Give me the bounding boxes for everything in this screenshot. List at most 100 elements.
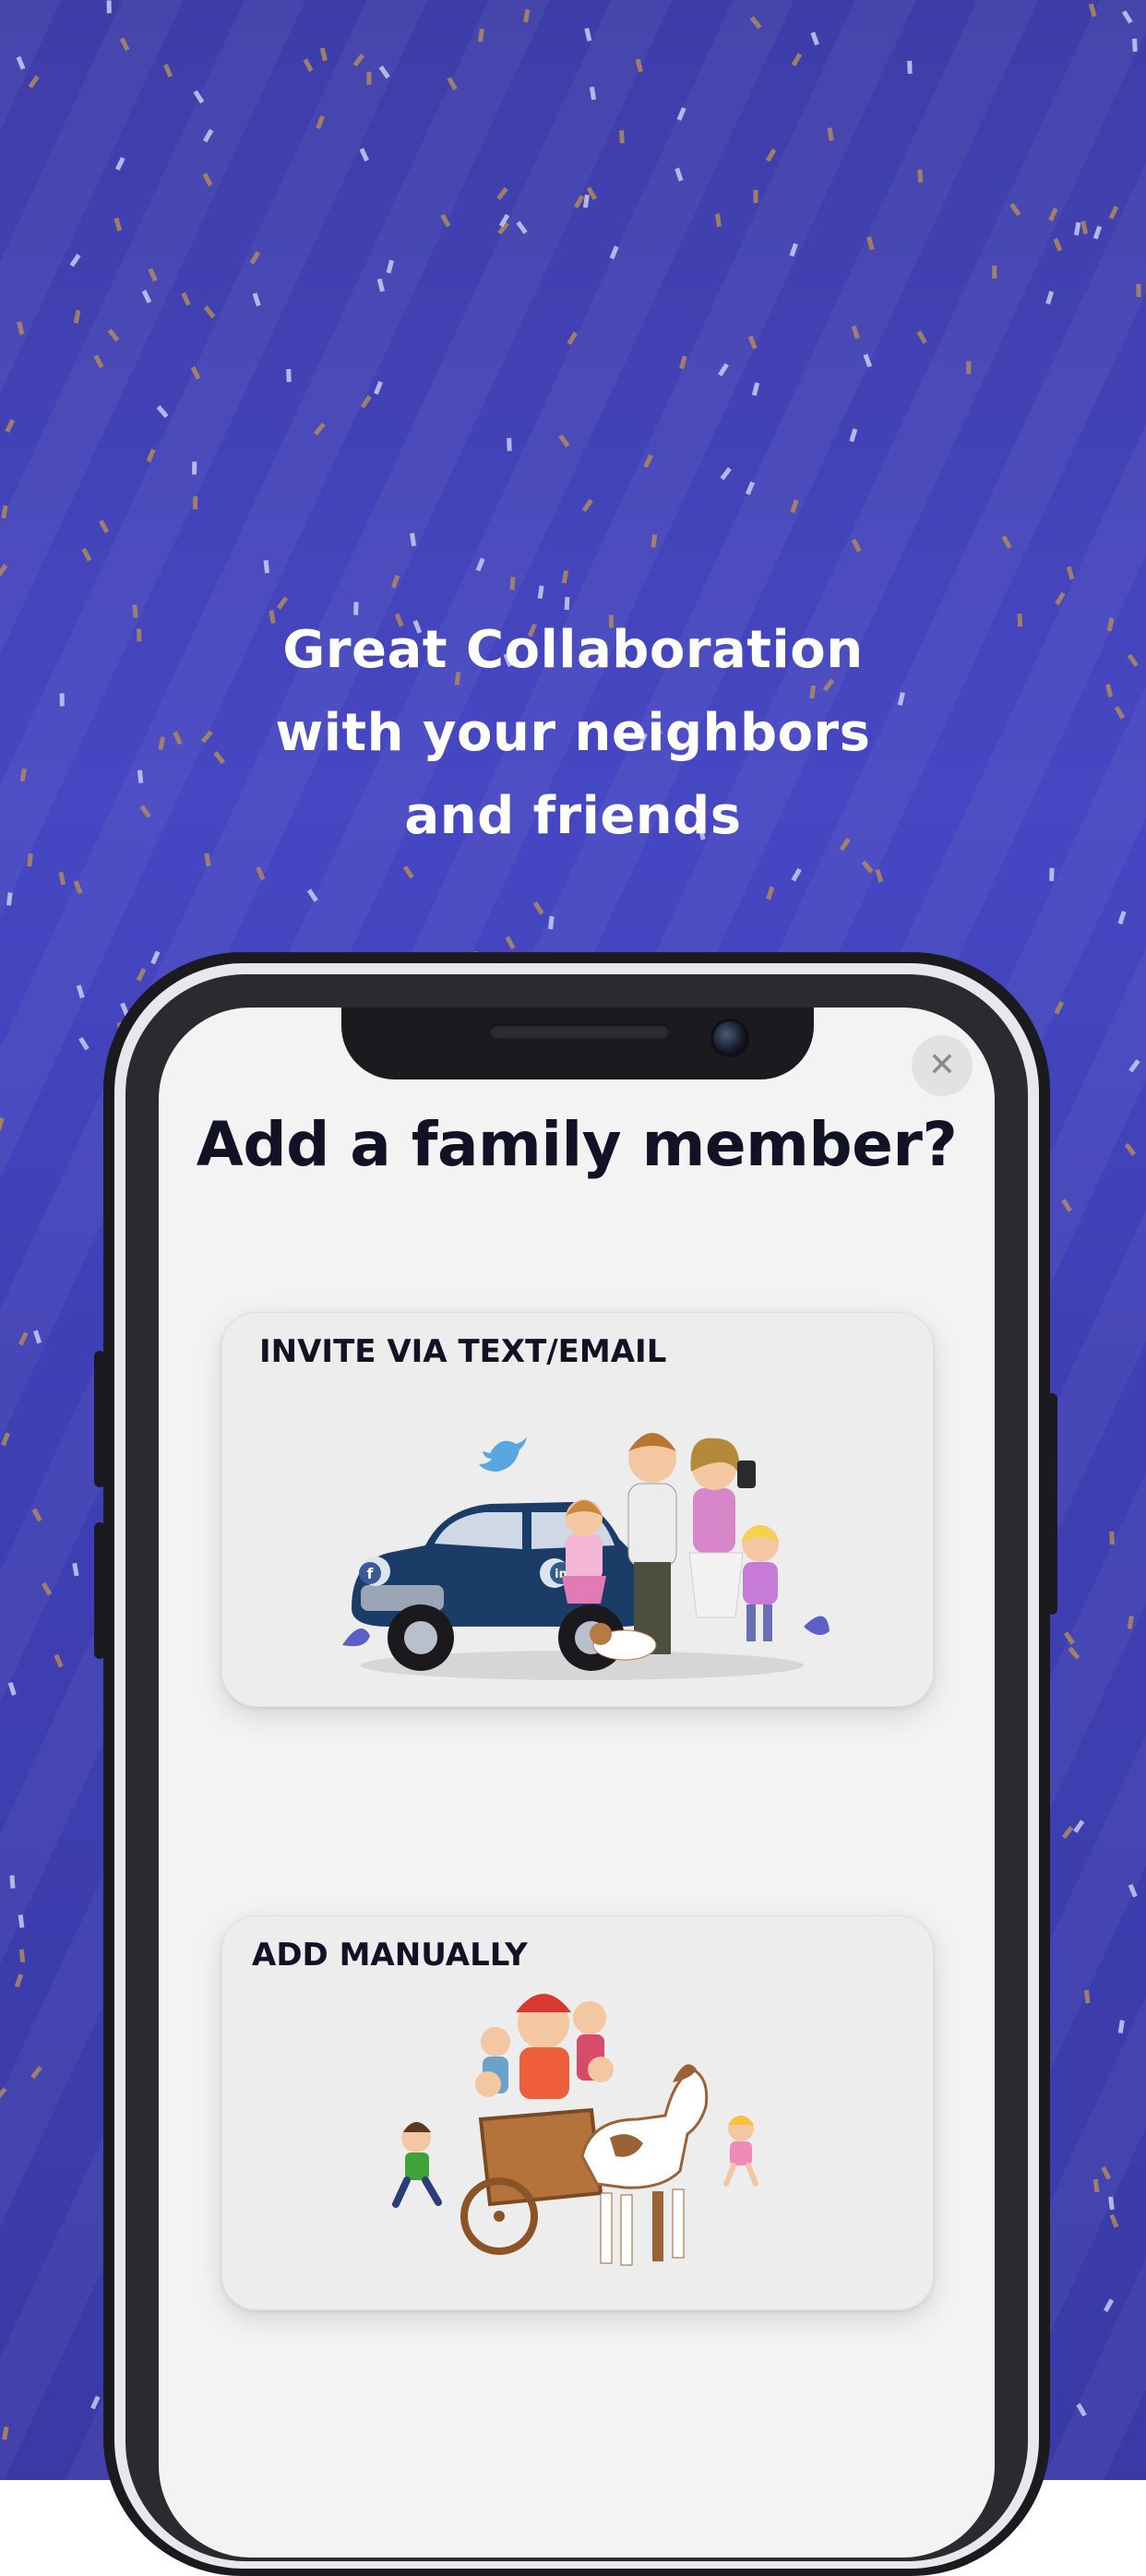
confetti-piece	[263, 559, 270, 574]
confetti-piece	[73, 880, 83, 894]
close-button[interactable]: ✕	[912, 1035, 973, 1096]
confetti-piece	[410, 532, 417, 547]
splash-left	[342, 1628, 370, 1647]
confetti-piece	[30, 2066, 42, 2080]
card-label-invite: INVITE VIA TEXT/EMAIL	[259, 1333, 667, 1370]
confetti-piece	[589, 86, 597, 101]
confetti-piece	[249, 251, 260, 265]
confetti-piece	[1, 1432, 10, 1447]
confetti-piece	[851, 538, 862, 553]
confetti-piece	[1121, 10, 1133, 24]
confetti-piece	[582, 194, 590, 209]
running-boy-figure	[392, 2122, 442, 2208]
invite-via-text-email-card[interactable]: INVITE VIA TEXT/EMAIL f in	[221, 1312, 934, 1707]
confetti-piece	[18, 1331, 29, 1346]
confetti-piece	[76, 984, 85, 999]
confetti-piece	[523, 8, 531, 23]
confetti-piece	[581, 498, 593, 512]
confetti-piece	[192, 461, 197, 475]
confetti-piece	[749, 16, 762, 30]
confetti-piece	[1080, 221, 1089, 234]
confetti-piece	[1009, 202, 1021, 217]
confetti-piece	[150, 950, 161, 965]
confetti-piece	[203, 305, 216, 319]
running-girl-figure	[723, 2116, 758, 2187]
confetti-piece	[90, 2395, 101, 2410]
confetti-piece	[107, 328, 120, 342]
confetti-piece	[1108, 2196, 1115, 2211]
confetti-piece	[567, 331, 578, 345]
confetti-piece	[28, 75, 40, 89]
confetti-piece	[1092, 2178, 1100, 2193]
confetti-piece	[1053, 237, 1063, 252]
confetti-piece	[81, 547, 92, 562]
confetti-piece	[1109, 1531, 1115, 1545]
confetti-piece	[360, 395, 372, 409]
confetti-piece	[9, 1875, 16, 1889]
confetti-piece	[374, 380, 383, 395]
confetti-piece	[386, 259, 395, 274]
confetti-piece	[1073, 1819, 1085, 1833]
confetti-piece	[148, 268, 158, 282]
confetti-piece	[548, 915, 555, 930]
confetti-piece	[0, 564, 8, 578]
add-manually-card[interactable]: ADD MANUALLY	[221, 1915, 934, 2310]
confetti-piece	[992, 265, 997, 279]
confetti-piece	[509, 577, 516, 590]
confetti-piece	[916, 330, 927, 344]
confetti-piece	[1092, 225, 1103, 240]
confetti-piece	[7, 1681, 17, 1696]
family-figures	[562, 1433, 780, 1661]
confetti-piece	[537, 585, 544, 600]
confetti-piece	[715, 213, 722, 227]
confetti-piece	[849, 428, 858, 443]
confetti-piece	[136, 967, 147, 982]
confetti-piece	[966, 361, 972, 375]
confetti-piece	[1061, 1826, 1074, 1840]
confetti-piece	[505, 936, 516, 950]
confetti-piece	[651, 534, 658, 548]
confetti-piece	[156, 405, 169, 419]
confetti-piece	[252, 292, 261, 307]
confetti-piece	[1073, 221, 1081, 236]
confetti-piece	[643, 454, 654, 469]
confetti-piece	[1083, 1989, 1091, 2004]
confetti-piece	[359, 148, 369, 162]
splash-right	[804, 1616, 830, 1635]
confetti-piece	[31, 1508, 42, 1522]
headline-line-3: and friends	[404, 786, 742, 846]
confetti-piece	[256, 866, 266, 881]
confetti-piece	[1054, 1000, 1065, 1015]
family-with-car-illustration: f in	[342, 1433, 830, 1680]
confetti-piece	[573, 195, 585, 209]
confetti-piece	[676, 107, 686, 121]
confetti-piece	[303, 58, 314, 72]
confetti-piece	[917, 169, 924, 183]
confetti-piece	[16, 55, 26, 70]
confetti-piece	[78, 1036, 90, 1051]
confetti-piece	[1136, 283, 1141, 298]
confetti-piece	[1109, 2213, 1119, 2228]
confetti-piece	[679, 355, 687, 370]
confetti-piece	[113, 217, 123, 232]
confetti-piece	[306, 888, 318, 902]
confetti-piece	[202, 128, 214, 143]
confetti-piece	[720, 467, 732, 481]
confetti-piece	[14, 1974, 24, 1988]
confetti-piece	[1, 505, 8, 519]
confetti-piece	[1108, 205, 1119, 220]
confetti-piece	[907, 60, 913, 74]
confetti-piece	[1063, 1631, 1075, 1645]
confetti-piece	[1001, 535, 1012, 549]
confetti-piece	[584, 28, 592, 42]
phone-screen: ✕ Add a family member? INVITE VIA TEXT/E…	[159, 1008, 995, 2558]
confetti-piece	[376, 278, 385, 292]
confetti-piece	[745, 481, 756, 495]
confetti-piece	[440, 213, 451, 228]
confetti-piece	[402, 865, 414, 879]
confetti-piece	[1117, 911, 1127, 924]
confetti-piece	[1068, 1646, 1080, 1660]
facebook-badge-label: f	[367, 1565, 375, 1582]
confetti-piece	[1128, 1883, 1138, 1898]
confetti-piece	[851, 325, 860, 340]
